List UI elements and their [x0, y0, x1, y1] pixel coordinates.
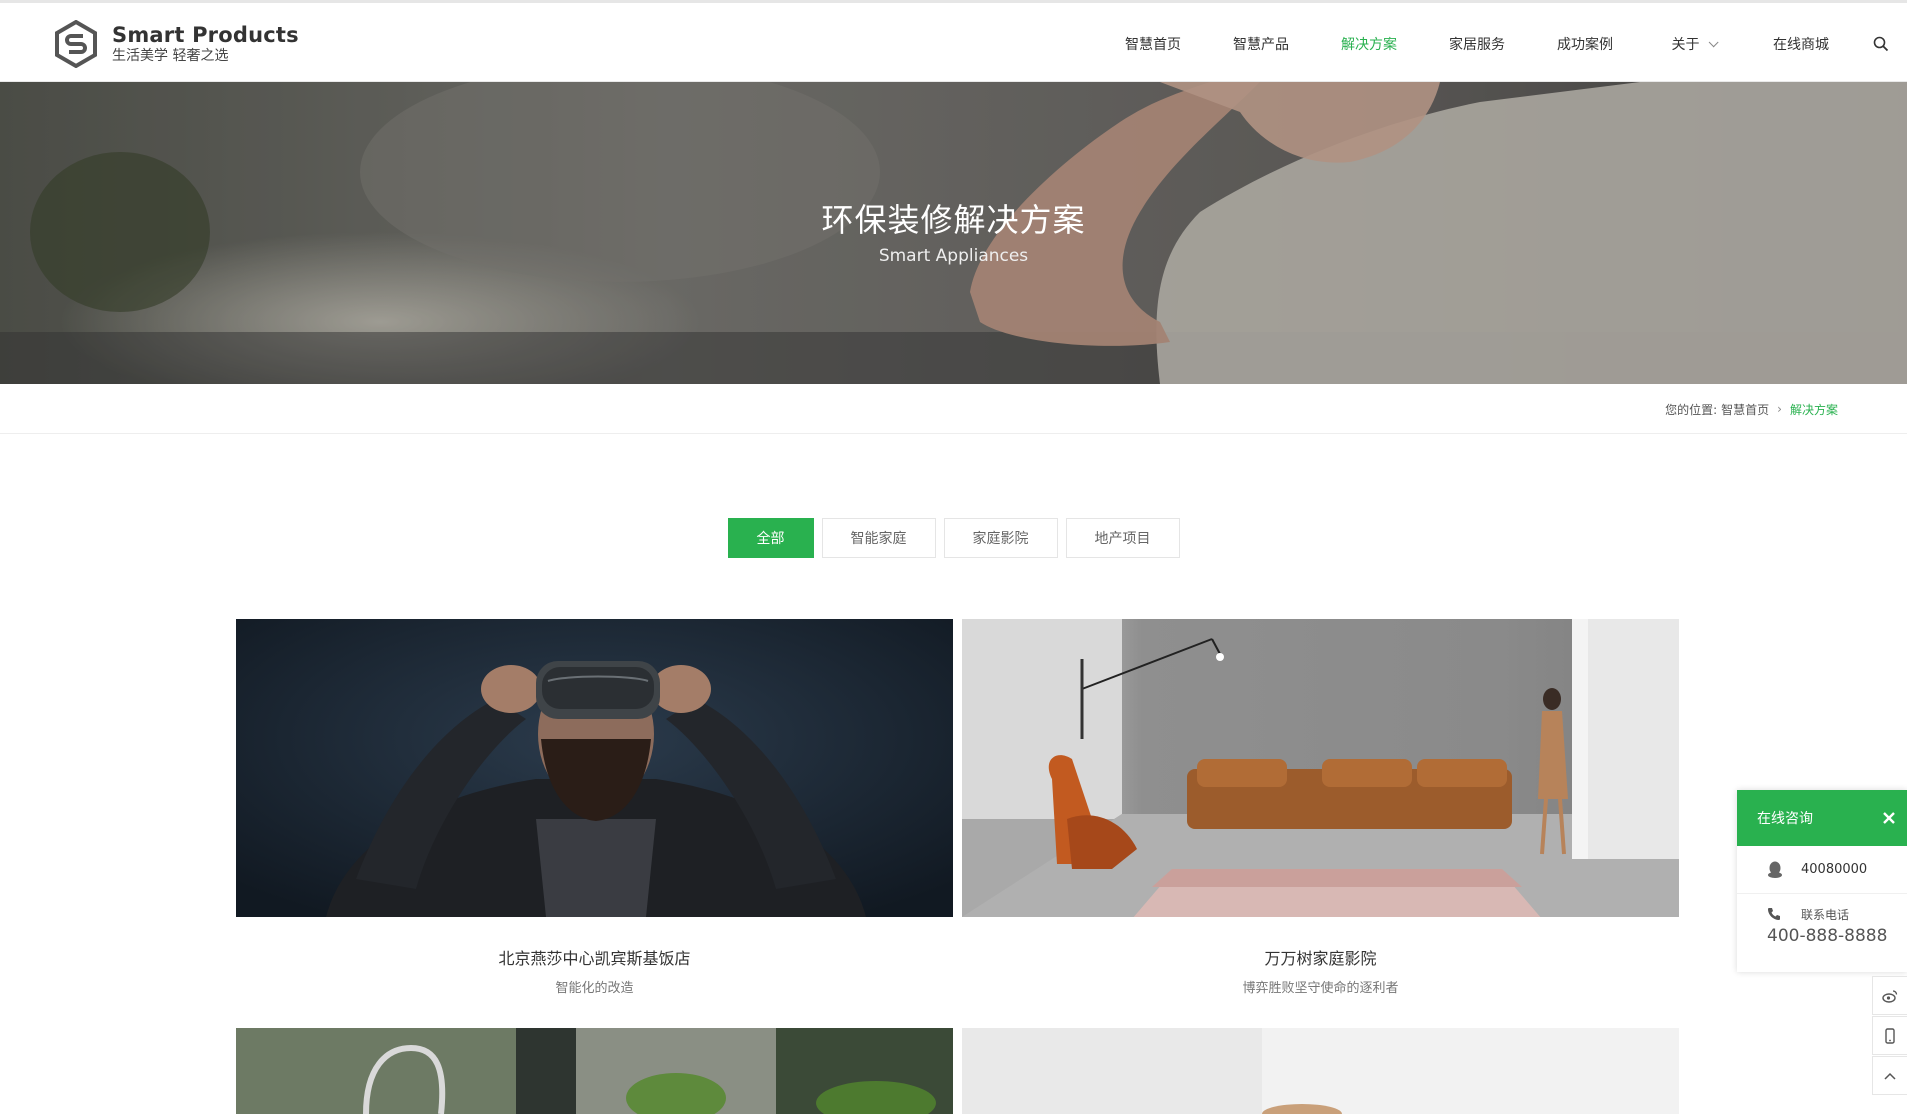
qq-icon: [1767, 861, 1787, 879]
chevron-down-icon: [1708, 36, 1719, 47]
back-to-top-button[interactable]: [1872, 1056, 1907, 1095]
tab-all[interactable]: 全部: [727, 518, 814, 558]
site-header: Smart Products 生活美学 轻奢之选 智慧首页 智慧产品 解决方案 …: [0, 0, 1907, 86]
nav-item-solutions[interactable]: 解决方案: [1315, 3, 1423, 86]
case-card[interactable]: [962, 1028, 1679, 1114]
case-subtitle: 智能化的改造: [555, 981, 634, 996]
nav-item-products[interactable]: 智慧产品: [1207, 3, 1315, 85]
living-room-photo: [962, 619, 1679, 917]
case-title[interactable]: 北京燕莎中心凯宾斯基饭店: [236, 945, 953, 969]
case-image-room[interactable]: [962, 1028, 1679, 1114]
nav-label: 关于: [1671, 37, 1700, 53]
case-image-vr[interactable]: [236, 619, 953, 917]
weibo-icon: [1882, 989, 1898, 1003]
category-tabs: 全部 智能家庭 家庭影院 地产项目: [0, 518, 1907, 558]
brand-tagline: 生活美学 轻奢之选: [112, 48, 229, 64]
room-photo: [962, 1028, 1679, 1114]
banner-title: 环保装修解决方案: [821, 201, 1086, 239]
page-banner: 环保装修解决方案 Smart Appliances: [0, 82, 1907, 384]
service-qq[interactable]: 40080000: [1737, 846, 1907, 894]
case-image-kitchen[interactable]: [236, 1028, 953, 1114]
service-phone-label-row: 联系电话: [1737, 904, 1907, 924]
phone-number[interactable]: 400-888-8888: [1737, 926, 1907, 946]
mobile-button[interactable]: [1872, 1016, 1907, 1055]
logo[interactable]: Smart Products 生活美学 轻奢之选: [54, 20, 299, 68]
qq-number: 40080000: [1801, 862, 1868, 877]
service-phone-block: 联系电话 400-888-8888: [1737, 894, 1907, 947]
case-subtitle: 博弈胜败坚守使命的逐利者: [1242, 981, 1399, 996]
nav-label: 智慧产品: [1233, 37, 1289, 53]
phone-icon: [1767, 907, 1787, 921]
phone-label: 联系电话: [1801, 907, 1850, 922]
kitchen-photo: [236, 1028, 953, 1114]
breadcrumb-bar: 您的位置: 智慧首页 › 解决方案: [0, 384, 1907, 434]
case-card[interactable]: 北京燕莎中心凯宾斯基饭店 智能化的改造: [236, 619, 953, 996]
chevron-up-icon: [1884, 1072, 1896, 1080]
brand-name: Smart Products: [112, 23, 299, 47]
tab-real-estate[interactable]: 地产项目: [1065, 518, 1180, 558]
nav-item-home[interactable]: 智慧首页: [1099, 3, 1207, 85]
case-image-livingroom[interactable]: [962, 619, 1679, 917]
nav-label: 家居服务: [1449, 37, 1505, 53]
breadcrumb-home[interactable]: 智慧首页: [1721, 401, 1769, 418]
logo-mark-icon: [55, 20, 97, 68]
nav-item-cases[interactable]: 成功案例: [1531, 3, 1639, 85]
side-toolbar: [1872, 976, 1907, 1096]
tab-smart-home[interactable]: 智能家庭: [821, 518, 936, 558]
mobile-icon: [1885, 1027, 1895, 1044]
breadcrumb-current[interactable]: 解决方案: [1790, 401, 1838, 418]
case-title[interactable]: 万万树家庭影院: [962, 945, 1679, 969]
nav-item-service[interactable]: 家居服务: [1423, 3, 1531, 85]
nav-label: 在线商城: [1773, 37, 1829, 53]
close-icon: [1883, 812, 1895, 824]
search-icon: [1873, 36, 1889, 52]
close-button[interactable]: [1871, 790, 1907, 846]
nav-item-shop[interactable]: 在线商城: [1747, 3, 1855, 85]
nav-label: 成功案例: [1557, 37, 1613, 53]
chevron-right-icon: ›: [1777, 402, 1782, 416]
weibo-button[interactable]: [1872, 976, 1907, 1015]
case-card[interactable]: 万万树家庭影院 博弈胜败坚守使命的逐利者: [962, 619, 1679, 996]
nav-label: 智慧首页: [1125, 37, 1181, 53]
main-nav: 智慧首页 智慧产品 解决方案 家居服务 成功案例 关于 在线商城: [1099, 3, 1907, 86]
vr-headset-photo: [236, 619, 953, 917]
breadcrumb-prefix: 您的位置:: [1665, 402, 1718, 417]
banner-subtitle: Smart Appliances: [878, 246, 1029, 266]
service-title: 在线咨询: [1757, 811, 1813, 827]
nav-label: 解决方案: [1341, 37, 1397, 53]
search-button[interactable]: [1855, 3, 1907, 85]
online-service-panel: 在线咨询 40080000 联系电话 400-888-8888: [1737, 790, 1907, 972]
tab-home-theater[interactable]: 家庭影院: [943, 518, 1058, 558]
nav-item-about[interactable]: 关于: [1639, 3, 1747, 85]
case-card[interactable]: [236, 1028, 953, 1114]
breadcrumb: 您的位置: 智慧首页 › 解决方案: [1665, 384, 1838, 434]
